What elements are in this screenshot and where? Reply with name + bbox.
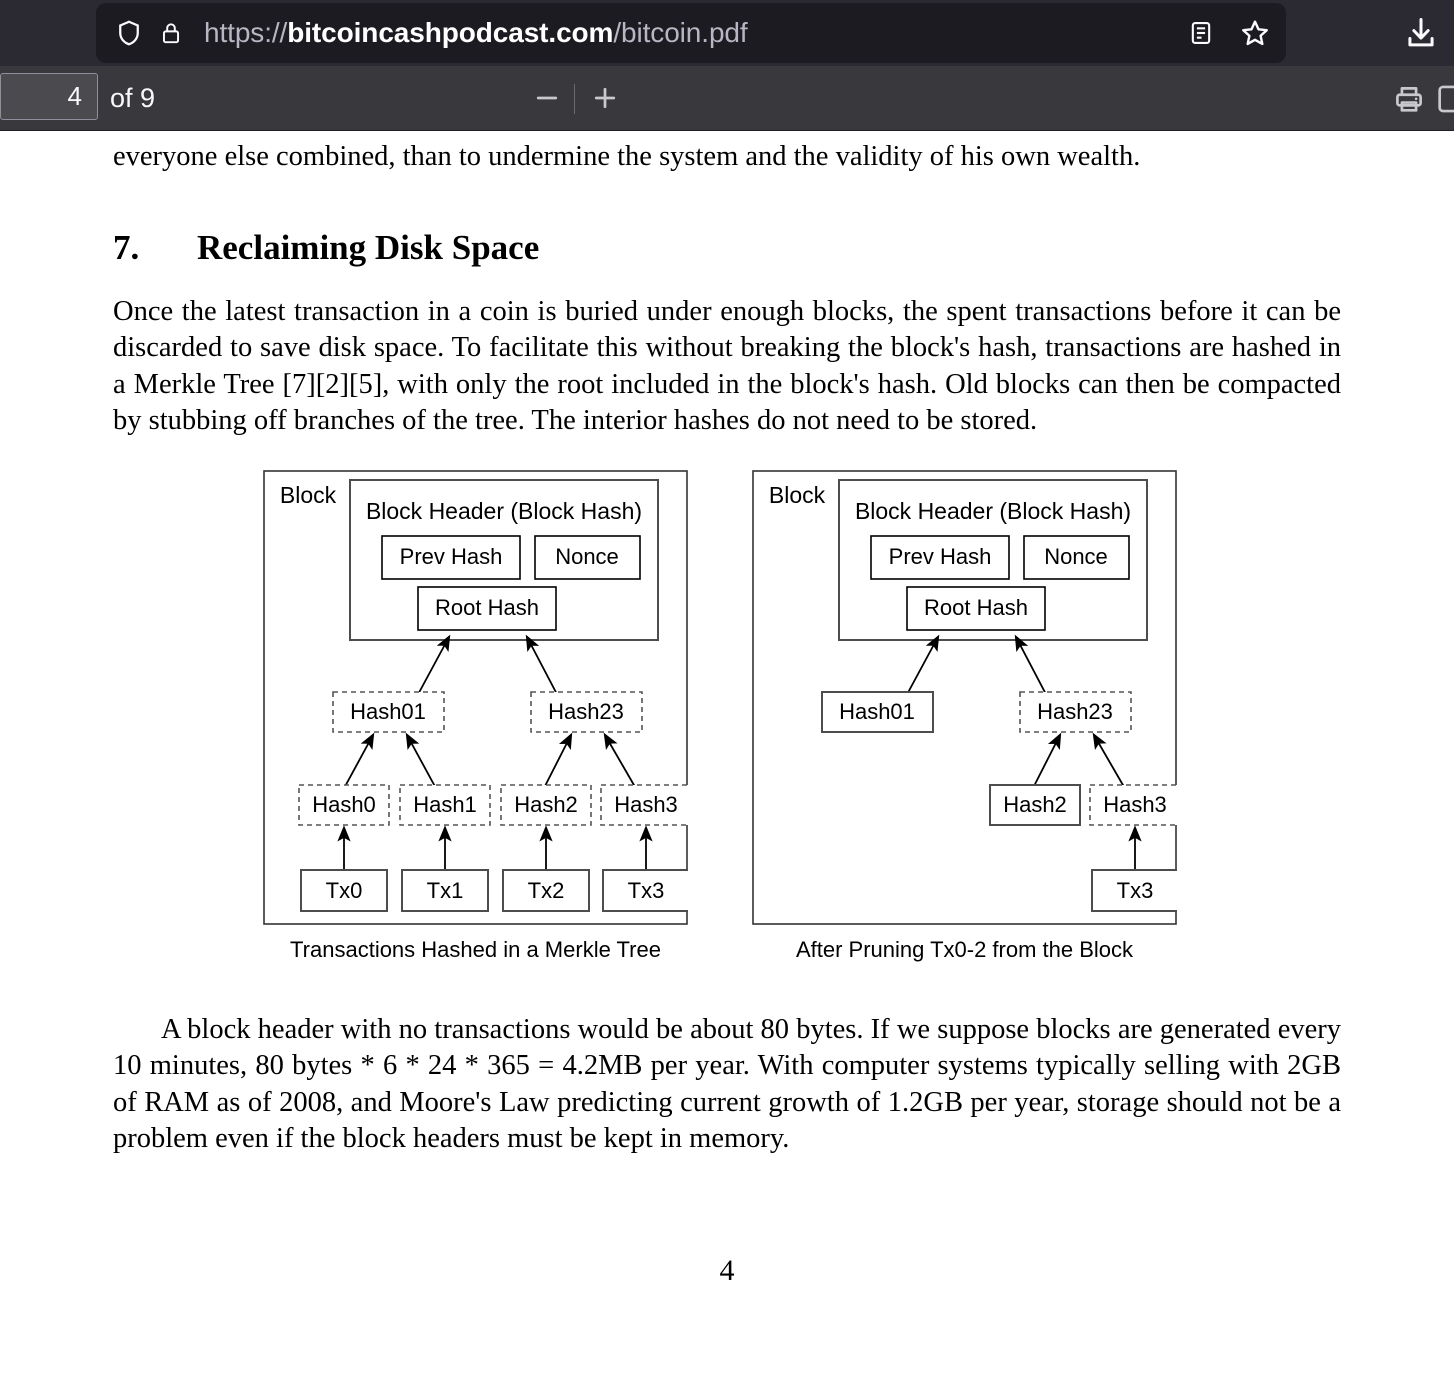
page-footer-number: 4 xyxy=(719,1253,735,1287)
pdf-page: a new coin owned by himself, or using it… xyxy=(0,131,1454,1288)
tools-button[interactable] xyxy=(1430,78,1454,120)
page-number-input[interactable] xyxy=(0,73,98,120)
shield-icon[interactable] xyxy=(112,16,146,50)
toolbar-divider xyxy=(574,84,575,114)
pdf-toolbar: of 9 Automatic Zoom xyxy=(0,66,1454,197)
browser-chrome: https://bitcoincashpodcast.com/bitcoin.p… xyxy=(0,0,1454,66)
tx3-label: Tx3 xyxy=(1117,877,1154,902)
merkle-tree-figure: Block Block Header (Block Hash) Prev Has… xyxy=(113,469,1341,990)
prev-hash-label: Prev Hash xyxy=(400,543,503,568)
zoom-in-button[interactable] xyxy=(585,78,625,118)
star-icon[interactable] xyxy=(1238,16,1272,50)
hash2-label: Hash2 xyxy=(1003,791,1067,816)
reader-view-icon[interactable] xyxy=(1186,16,1216,50)
figure-caption-left: Transactions Hashed in a Merkle Tree xyxy=(290,936,661,962)
hash0-label: Hash0 xyxy=(312,791,376,816)
lock-icon[interactable] xyxy=(156,16,186,50)
section-heading: 7. Reclaiming Disk Space xyxy=(113,228,1341,268)
hash23-label: Hash23 xyxy=(548,698,624,723)
print-button[interactable] xyxy=(1388,78,1430,120)
download-icon[interactable] xyxy=(1402,14,1440,52)
nonce-label: Nonce xyxy=(1044,543,1108,568)
disk-space-paragraph: Once the latest transaction in a coin is… xyxy=(113,295,1341,437)
block-header-label: Block Header (Block Hash) xyxy=(366,498,642,524)
pdf-viewer[interactable]: a new coin owned by himself, or using it… xyxy=(0,131,1454,1380)
prev-hash-label: Prev Hash xyxy=(889,543,992,568)
url-bar-actions xyxy=(1186,3,1272,63)
hash01-label: Hash01 xyxy=(350,698,426,723)
root-hash-label: Root Hash xyxy=(435,594,539,619)
block-header-label: Block Header (Block Hash) xyxy=(855,498,1131,524)
storage-paragraph: A block header with no transactions woul… xyxy=(113,1013,1341,1155)
page-count-label: of 9 xyxy=(110,83,156,113)
figure-caption-right: After Pruning Tx0-2 from the Block xyxy=(795,936,1134,962)
tx2-label: Tx2 xyxy=(528,877,565,902)
hash2-label: Hash2 xyxy=(514,791,578,816)
tx1-label: Tx1 xyxy=(427,877,464,902)
section-title: Reclaiming Disk Space xyxy=(197,227,540,267)
tx0-label: Tx0 xyxy=(326,877,363,902)
url-bar[interactable]: https://bitcoincashpodcast.com/bitcoin.p… xyxy=(96,3,1286,63)
hash1-label: Hash1 xyxy=(413,791,477,816)
url-text: https://bitcoincashpodcast.com/bitcoin.p… xyxy=(204,17,748,48)
diagram-merkle-tree: Block Block Header (Block Hash) Prev Has… xyxy=(263,469,688,925)
block-label: Block xyxy=(769,482,826,508)
root-hash-label: Root Hash xyxy=(924,594,1028,619)
block-label: Block xyxy=(280,482,337,508)
hash3-label: Hash3 xyxy=(614,791,678,816)
hash01-label: Hash01 xyxy=(839,698,915,723)
tx3-label: Tx3 xyxy=(628,877,665,902)
diagram-pruned-tree: Block Block Header (Block Hash) Prev Has… xyxy=(752,469,1177,925)
zoom-out-button[interactable] xyxy=(527,78,567,118)
hash3-label: Hash3 xyxy=(1103,791,1167,816)
nonce-label: Nonce xyxy=(555,543,619,568)
intro-paragraph: everyone else combined, than to undermin… xyxy=(113,141,1141,172)
section-number: 7. xyxy=(113,227,140,267)
hash23-label: Hash23 xyxy=(1037,698,1113,723)
